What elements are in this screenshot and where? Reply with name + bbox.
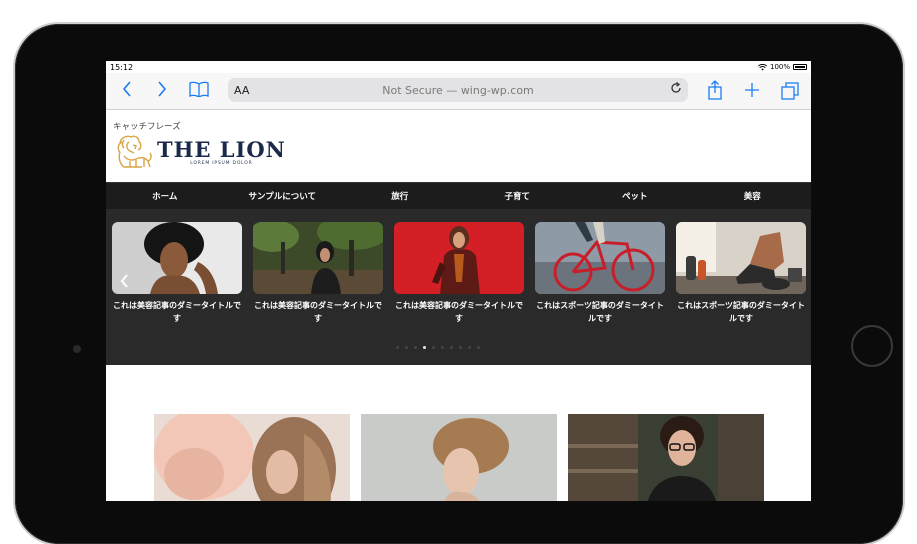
book-icon [189, 81, 209, 98]
logo-title: THE LION [157, 136, 286, 162]
slide-title: これはスポーツ記事のダミータイトルです [536, 301, 664, 323]
slider-dot[interactable] [477, 346, 480, 349]
reload-icon [671, 81, 681, 93]
slide-title: これは美容記事のダミータイトルです [395, 301, 523, 323]
post-card[interactable] [568, 414, 764, 501]
slide[interactable]: これは美容記事のダミータイトルです [394, 222, 524, 325]
slider-pagination [396, 346, 480, 349]
slider-dot[interactable] [450, 346, 453, 349]
slider-dot[interactable] [414, 346, 417, 349]
slider-dot[interactable] [459, 346, 462, 349]
forward-button[interactable] [157, 81, 167, 101]
text-size-button[interactable]: AA [234, 84, 249, 97]
slide-title: これは美容記事のダミータイトルです [113, 301, 241, 323]
site-header: キャッチフレーズ THE LION LOREM IPSUM DOLOR [106, 110, 811, 182]
tabs-button[interactable] [781, 82, 799, 104]
chevron-right-icon [158, 81, 167, 97]
tabs-icon [781, 82, 799, 100]
share-icon [708, 80, 722, 100]
slider-dot[interactable] [441, 346, 444, 349]
slide-image [535, 222, 665, 294]
url-text: Not Secure — wing-wp.com [382, 83, 534, 97]
status-right: 100% [757, 63, 807, 71]
post-card[interactable] [361, 414, 557, 501]
chevron-left-icon [122, 81, 131, 97]
slider-dot[interactable] [432, 346, 435, 349]
slider-prev-button[interactable] [120, 272, 130, 293]
battery-percent: 100% [769, 63, 790, 71]
slide-image [112, 222, 242, 294]
nav-item-about-sample[interactable]: サンプルについて [224, 190, 342, 202]
slide-title: これは美容記事のダミータイトルです [254, 301, 382, 323]
browser-toolbar: AA Not Secure — wing-wp.com [106, 73, 811, 110]
global-nav: ホーム サンプルについて 旅行 子育て ペット 美容 [106, 182, 811, 209]
slide-image [394, 222, 524, 294]
address-bar[interactable]: AA Not Secure — wing-wp.com [228, 78, 688, 102]
new-tab-button[interactable] [744, 82, 760, 102]
battery-icon [793, 64, 807, 70]
slider-dot[interactable] [396, 346, 399, 349]
nav-item-beauty[interactable]: 美容 [694, 190, 812, 202]
slider-dot[interactable] [405, 346, 408, 349]
featured-slider: これは美容記事のダミータイトルです これは美容記事のダミータイトルです これは美… [106, 209, 811, 365]
slide[interactable]: これは美容記事のダミータイトルです [112, 222, 242, 325]
lion-logo-icon [117, 135, 152, 168]
post-grid [106, 365, 811, 501]
status-bar: 15:12 100% [106, 61, 811, 73]
home-button[interactable] [851, 325, 893, 367]
post-card[interactable] [154, 414, 350, 501]
status-time: 15:12 [110, 62, 134, 72]
site-logo[interactable]: THE LION LOREM IPSUM DOLOR [112, 134, 286, 170]
post-thumbnail [361, 414, 557, 501]
bookmarks-button[interactable] [189, 81, 209, 101]
slide-image [253, 222, 383, 294]
back-button[interactable] [122, 81, 132, 101]
nav-item-parenting[interactable]: 子育て [459, 190, 577, 202]
slide[interactable]: これはスポーツ記事のダミータイトルです [676, 222, 806, 325]
slide-title: これはスポーツ記事のダミータイトルです [677, 301, 805, 323]
logo-text: THE LION LOREM IPSUM DOLOR [157, 136, 286, 166]
slider-dot-active[interactable] [423, 346, 426, 349]
slider-dot[interactable] [468, 346, 471, 349]
slide-image [676, 222, 806, 294]
chevron-left-icon [120, 274, 128, 288]
wifi-icon [757, 63, 767, 70]
site-catchphrase: キャッチフレーズ [113, 122, 181, 132]
post-thumbnail [154, 414, 350, 501]
share-button[interactable] [707, 80, 723, 104]
nav-item-pets[interactable]: ペット [576, 190, 694, 202]
nav-item-travel[interactable]: 旅行 [341, 190, 459, 202]
screen: 15:12 100% AA Not Secure — wing-wp.com キ… [106, 61, 811, 501]
nav-item-home[interactable]: ホーム [106, 190, 224, 202]
reload-button[interactable] [670, 81, 682, 98]
front-camera [73, 345, 81, 353]
slide[interactable]: これはスポーツ記事のダミータイトルです [535, 222, 665, 325]
post-thumbnail [568, 414, 764, 501]
plus-icon [745, 83, 759, 97]
slide[interactable]: これは美容記事のダミータイトルです [253, 222, 383, 325]
